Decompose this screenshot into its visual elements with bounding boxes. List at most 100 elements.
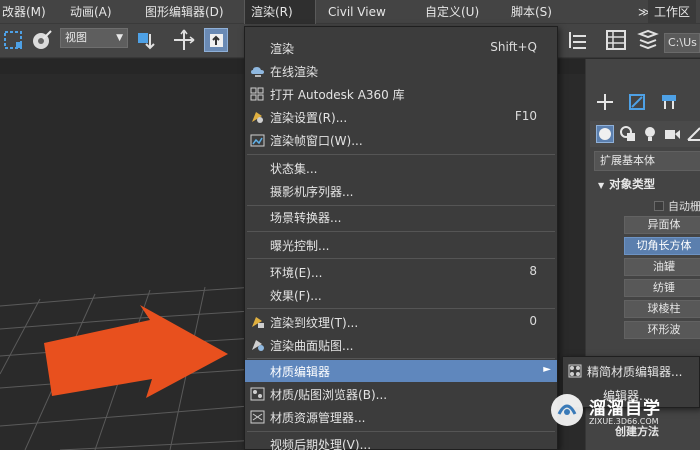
- menu-separator: [247, 231, 555, 232]
- reference-coordinate-value: 视图: [65, 31, 87, 44]
- menu-item-label: 材质资源管理器...: [270, 411, 366, 425]
- menu-rendering[interactable]: 渲染(R): [244, 0, 316, 24]
- geometry-type-dropdown[interactable]: 扩展基本体: [594, 151, 700, 171]
- command-panel-tabs: [586, 85, 700, 119]
- submenu-arrow-icon: ►: [543, 364, 551, 375]
- menu-item-material-editor[interactable]: 材质编辑器 ►: [245, 360, 557, 382]
- watermark-title: 溜溜自学: [589, 399, 661, 419]
- create-tab-icon[interactable]: [596, 93, 614, 114]
- project-path-field[interactable]: C:\Us: [664, 33, 700, 53]
- menu-item-label: 在线渲染: [270, 65, 319, 79]
- select-region-icon[interactable]: [2, 28, 26, 52]
- menu-separator: [247, 358, 555, 359]
- object-button-gengon[interactable]: 球棱柱: [624, 300, 700, 318]
- menu-item-a360-gallery[interactable]: 打开 Autodesk A360 库: [245, 83, 557, 105]
- menu-item-effects[interactable]: 效果(F)...: [245, 284, 557, 306]
- menu-item-label: 材质/贴图浏览器(B)...: [270, 388, 388, 402]
- menu-separator: [247, 154, 555, 155]
- menu-item-shortcut: F10: [514, 109, 537, 123]
- lights-category-icon[interactable]: [642, 126, 658, 145]
- object-button-hedra[interactable]: 异面体: [624, 216, 700, 234]
- geometry-category-icon[interactable]: [596, 125, 614, 143]
- menu-civil-view[interactable]: Civil View: [322, 0, 392, 24]
- rollout-title-text: 对象类型: [609, 177, 656, 191]
- cloud-render-icon: [250, 64, 265, 78]
- autogrid-label: 自动栅: [668, 200, 700, 213]
- menu-item-scene-converter[interactable]: 场景转换器...: [245, 206, 557, 228]
- submenu-item-compact-material-editor[interactable]: 精简材质编辑器...: [563, 360, 700, 382]
- menu-item-rendered-frame-window[interactable]: 渲染帧窗口(W)...: [245, 129, 557, 151]
- layer-explorer-icon[interactable]: [566, 28, 590, 52]
- menu-item-render-setup[interactable]: 渲染设置(R)... F10: [245, 106, 557, 128]
- menu-item-exposure-control[interactable]: 曝光控制...: [245, 234, 557, 256]
- menu-item-label: 渲染帧窗口(W)...: [270, 134, 363, 148]
- menu-item-label: 渲染到纹理(T)...: [270, 316, 359, 330]
- ribbon-toggle-icon[interactable]: [636, 28, 660, 52]
- render-setup-icon: [250, 110, 265, 124]
- menu-item-label: 渲染设置(R)...: [270, 111, 348, 125]
- modify-tab-icon[interactable]: [628, 93, 646, 114]
- menu-item-shortcut: Shift+Q: [490, 40, 537, 54]
- move-gizmo-icon[interactable]: [172, 28, 196, 52]
- menu-item-label: 渲染曲面贴图...: [270, 339, 354, 353]
- menu-item-material-map-browser[interactable]: 材质/贴图浏览器(B)...: [245, 383, 557, 405]
- menu-item-video-post[interactable]: 视频后期处理(V)...: [245, 433, 557, 450]
- checkbox-box[interactable]: [654, 201, 664, 211]
- select-and-place-icon[interactable]: [204, 28, 228, 52]
- menu-separator: [247, 308, 555, 309]
- helpers-category-icon[interactable]: [686, 126, 700, 145]
- menu-item-online-render[interactable]: 在线渲染: [245, 60, 557, 82]
- material-browser-icon: [250, 387, 265, 401]
- menu-graph-editors[interactable]: 图形编辑器(D): [139, 0, 230, 24]
- menu-item-label: 场景转换器...: [270, 211, 342, 225]
- menu-item-label: 效果(F)...: [270, 289, 322, 303]
- object-button-ringwave[interactable]: 环形波: [624, 321, 700, 339]
- watermark: 溜溜自学 ZIXUE.3D66.COM: [535, 387, 700, 433]
- menu-item-render-surface-map[interactable]: 渲染曲面贴图...: [245, 334, 557, 356]
- menu-item-label: 摄影机序列器...: [270, 185, 354, 199]
- menu-item-label: 环境(E)...: [270, 266, 323, 280]
- menu-scripting[interactable]: 脚本(S): [505, 0, 558, 24]
- menu-item-render[interactable]: 渲染 Shift+Q: [245, 37, 557, 59]
- object-button-chamfer-box[interactable]: 切角长方体: [624, 237, 700, 255]
- frame-window-icon: [250, 133, 265, 147]
- menu-separator: [247, 258, 555, 259]
- menu-item-label: 状态集...: [270, 162, 318, 176]
- autogrid-checkbox[interactable]: 自动栅: [654, 198, 700, 214]
- hierarchy-tab-icon[interactable]: [660, 93, 678, 114]
- menu-animation[interactable]: 动画(A): [64, 0, 118, 24]
- cameras-category-icon[interactable]: [664, 126, 680, 145]
- workspace-label[interactable]: 工作区: [648, 0, 697, 24]
- scene-explorer-icon[interactable]: [604, 28, 628, 52]
- pivot-center-icon[interactable]: [134, 28, 158, 52]
- menu-modifiers[interactable]: 改器(M): [0, 0, 52, 24]
- snap-toggle-icon[interactable]: [30, 28, 54, 52]
- menu-item-state-sets[interactable]: 状态集...: [245, 157, 557, 179]
- menu-customize[interactable]: 自定义(U): [419, 0, 485, 24]
- menu-item-render-to-texture[interactable]: 渲染到纹理(T)... 0: [245, 311, 557, 333]
- menu-item-label: 视频后期处理(V)...: [270, 438, 372, 450]
- submenu-item-label: 精简材质编辑器...: [587, 365, 683, 379]
- menu-item-shortcut: 8: [529, 264, 537, 278]
- chevron-down-icon: ▼: [116, 33, 123, 43]
- menu-separator: [247, 431, 555, 432]
- object-button-spindle[interactable]: 纺锤: [624, 279, 700, 297]
- menu-item-label: 曝光控制...: [270, 239, 330, 253]
- menu-item-camera-sequencer[interactable]: 摄影机序列器...: [245, 180, 557, 202]
- tutorial-arrow: [44, 305, 228, 398]
- object-category-bar: [590, 121, 700, 147]
- collapse-triangle-icon: ▼: [598, 181, 605, 190]
- compact-editor-icon: [568, 364, 582, 378]
- shapes-category-icon[interactable]: [620, 126, 636, 145]
- rendering-menu: 渲染 Shift+Q 在线渲染 打开 Autodesk A360 库 渲染设置(…: [244, 26, 558, 450]
- menu-item-material-explorer[interactable]: 材质资源管理器...: [245, 406, 557, 428]
- watermark-logo-icon: [549, 392, 585, 428]
- menu-item-label: 渲染: [270, 42, 295, 56]
- menu-item-environment[interactable]: 环境(E)... 8: [245, 261, 557, 283]
- reference-coordinate-select[interactable]: 视图 ▼: [60, 28, 128, 48]
- surface-map-icon: [250, 338, 265, 352]
- object-button-oil-tank[interactable]: 油罐: [624, 258, 700, 276]
- object-type-rollout[interactable]: ▼ 对象类型: [598, 176, 655, 192]
- menu-item-shortcut: 0: [529, 314, 537, 328]
- material-explorer-icon: [250, 410, 265, 424]
